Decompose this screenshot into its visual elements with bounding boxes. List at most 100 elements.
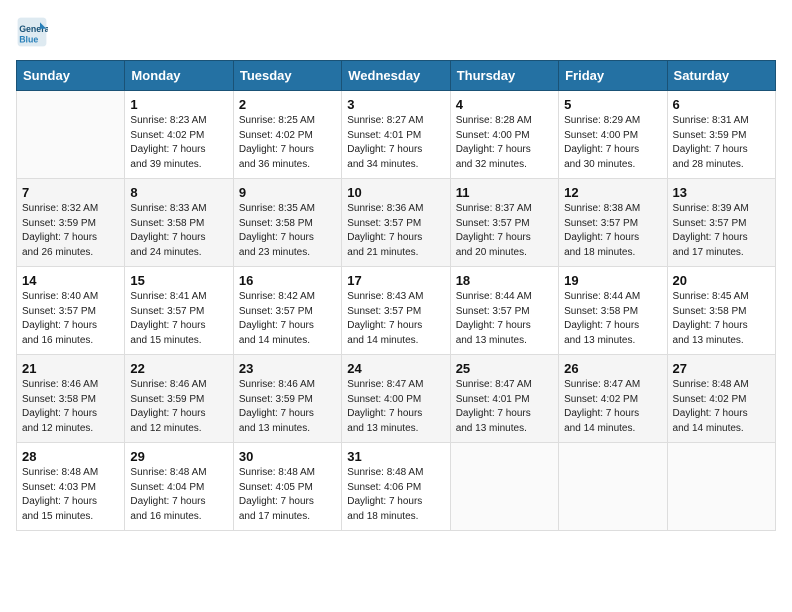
calendar-cell: 18 Sunrise: 8:44 AM Sunset: 3:57 PM Dayli… [450,267,558,355]
calendar-cell: 24 Sunrise: 8:47 AM Sunset: 4:00 PM Dayli… [342,355,450,443]
header-day-friday: Friday [559,61,667,91]
day-number: 6 [673,97,770,112]
calendar-cell [450,443,558,531]
day-number: 9 [239,185,336,200]
header-day-thursday: Thursday [450,61,558,91]
day-info: Sunrise: 8:44 AM Sunset: 3:57 PM Dayligh… [456,290,553,348]
day-info: Sunrise: 8:48 AM Sunset: 4:02 PM Dayligh… [673,378,770,436]
day-number: 7 [22,185,119,200]
day-info: Sunrise: 8:47 AM Sunset: 4:01 PM Dayligh… [456,378,553,436]
day-number: 4 [456,97,553,112]
day-number: 23 [239,361,336,376]
header-day-saturday: Saturday [667,61,775,91]
day-info: Sunrise: 8:40 AM Sunset: 3:57 PM Dayligh… [22,290,119,348]
calendar-cell: 4 Sunrise: 8:28 AM Sunset: 4:00 PM Daylig… [450,91,558,179]
day-number: 2 [239,97,336,112]
calendar-cell: 26Sunrise: 8:47 AM Sunset: 4:02 PM Dayli… [559,355,667,443]
day-number: 28 [22,449,119,464]
day-info: Sunrise: 8:36 AM Sunset: 3:57 PM Dayligh… [347,202,444,260]
day-info: Sunrise: 8:28 AM Sunset: 4:00 PM Dayligh… [456,114,553,172]
day-info: Sunrise: 8:43 AM Sunset: 3:57 PM Dayligh… [347,290,444,348]
day-number: 11 [456,185,553,200]
day-number: 3 [347,97,444,112]
day-info: Sunrise: 8:46 AM Sunset: 3:59 PM Dayligh… [239,378,336,436]
day-info: Sunrise: 8:32 AM Sunset: 3:59 PM Dayligh… [22,202,119,260]
calendar-cell: 19Sunrise: 8:44 AM Sunset: 3:58 PM Dayli… [559,267,667,355]
day-info: Sunrise: 8:46 AM Sunset: 3:58 PM Dayligh… [22,378,119,436]
calendar-cell: 23 Sunrise: 8:46 AM Sunset: 3:59 PM Dayli… [233,355,341,443]
calendar-cell: 27Sunrise: 8:48 AM Sunset: 4:02 PM Dayli… [667,355,775,443]
header-day-sunday: Sunday [17,61,125,91]
day-number: 19 [564,273,661,288]
day-info: Sunrise: 8:37 AM Sunset: 3:57 PM Dayligh… [456,202,553,260]
day-number: 29 [130,449,227,464]
calendar-cell: 11 Sunrise: 8:37 AM Sunset: 3:57 PM Dayli… [450,179,558,267]
day-info: Sunrise: 8:38 AM Sunset: 3:57 PM Dayligh… [564,202,661,260]
calendar-cell: 30 Sunrise: 8:48 AM Sunset: 4:05 PM Dayli… [233,443,341,531]
day-number: 8 [130,185,227,200]
day-number: 12 [564,185,661,200]
calendar-cell: 10 Sunrise: 8:36 AM Sunset: 3:57 PM Dayli… [342,179,450,267]
day-number: 10 [347,185,444,200]
calendar-cell: 5 Sunrise: 8:29 AM Sunset: 4:00 PM Daylig… [559,91,667,179]
calendar-cell: 25 Sunrise: 8:47 AM Sunset: 4:01 PM Dayli… [450,355,558,443]
calendar-table: SundayMondayTuesdayWednesdayThursdayFrid… [16,60,776,531]
header-day-tuesday: Tuesday [233,61,341,91]
calendar-cell: 17 Sunrise: 8:43 AM Sunset: 3:57 PM Dayli… [342,267,450,355]
day-number: 20 [673,273,770,288]
calendar-cell: 3 Sunrise: 8:27 AM Sunset: 4:01 PM Daylig… [342,91,450,179]
day-number: 14 [22,273,119,288]
day-info: Sunrise: 8:47 AM Sunset: 4:00 PM Dayligh… [347,378,444,436]
day-number: 1 [130,97,227,112]
day-number: 18 [456,273,553,288]
calendar-cell [667,443,775,531]
calendar-cell [559,443,667,531]
calendar-cell: 22Sunrise: 8:46 AM Sunset: 3:59 PM Dayli… [125,355,233,443]
calendar-cell: 1 Sunrise: 8:23 AM Sunset: 4:02 PM Daylig… [125,91,233,179]
day-number: 5 [564,97,661,112]
day-number: 16 [239,273,336,288]
calendar-cell: 8 Sunrise: 8:33 AM Sunset: 3:58 PM Daylig… [125,179,233,267]
day-info: Sunrise: 8:39 AM Sunset: 3:57 PM Dayligh… [673,202,770,260]
day-info: Sunrise: 8:35 AM Sunset: 3:58 PM Dayligh… [239,202,336,260]
day-info: Sunrise: 8:48 AM Sunset: 4:05 PM Dayligh… [239,466,336,524]
header-day-wednesday: Wednesday [342,61,450,91]
calendar-cell: 12 Sunrise: 8:38 AM Sunset: 3:57 PM Dayli… [559,179,667,267]
day-number: 17 [347,273,444,288]
calendar-week-5: 28Sunrise: 8:48 AM Sunset: 4:03 PM Dayli… [17,443,776,531]
day-number: 31 [347,449,444,464]
calendar-cell: 9 Sunrise: 8:35 AM Sunset: 3:58 PM Daylig… [233,179,341,267]
day-number: 22 [130,361,227,376]
calendar-cell: 7 Sunrise: 8:32 AM Sunset: 3:59 PM Daylig… [17,179,125,267]
day-info: Sunrise: 8:33 AM Sunset: 3:58 PM Dayligh… [130,202,227,260]
calendar-cell: 29 Sunrise: 8:48 AM Sunset: 4:04 PM Dayli… [125,443,233,531]
day-number: 13 [673,185,770,200]
logo-icon: General Blue [16,16,48,48]
logo: General Blue [16,16,52,48]
day-info: Sunrise: 8:48 AM Sunset: 4:06 PM Dayligh… [347,466,444,524]
day-number: 21 [22,361,119,376]
calendar-cell: 2 Sunrise: 8:25 AM Sunset: 4:02 PM Daylig… [233,91,341,179]
page-header: General Blue [16,16,776,48]
calendar-cell [17,91,125,179]
day-info: Sunrise: 8:48 AM Sunset: 4:04 PM Dayligh… [130,466,227,524]
day-number: 30 [239,449,336,464]
day-number: 26 [564,361,661,376]
calendar-week-1: 1 Sunrise: 8:23 AM Sunset: 4:02 PM Daylig… [17,91,776,179]
calendar-cell: 14 Sunrise: 8:40 AM Sunset: 3:57 PM Dayli… [17,267,125,355]
calendar-week-3: 14 Sunrise: 8:40 AM Sunset: 3:57 PM Dayli… [17,267,776,355]
header-day-monday: Monday [125,61,233,91]
calendar-cell: 6Sunrise: 8:31 AM Sunset: 3:59 PM Daylig… [667,91,775,179]
day-number: 25 [456,361,553,376]
svg-text:General: General [19,24,48,34]
calendar-cell: 31 Sunrise: 8:48 AM Sunset: 4:06 PM Dayli… [342,443,450,531]
day-info: Sunrise: 8:27 AM Sunset: 4:01 PM Dayligh… [347,114,444,172]
day-info: Sunrise: 8:41 AM Sunset: 3:57 PM Dayligh… [130,290,227,348]
calendar-header-row: SundayMondayTuesdayWednesdayThursdayFrid… [17,61,776,91]
calendar-cell: 20Sunrise: 8:45 AM Sunset: 3:58 PM Dayli… [667,267,775,355]
day-info: Sunrise: 8:29 AM Sunset: 4:00 PM Dayligh… [564,114,661,172]
day-info: Sunrise: 8:23 AM Sunset: 4:02 PM Dayligh… [130,114,227,172]
day-number: 24 [347,361,444,376]
calendar-cell: 16Sunrise: 8:42 AM Sunset: 3:57 PM Dayli… [233,267,341,355]
day-info: Sunrise: 8:25 AM Sunset: 4:02 PM Dayligh… [239,114,336,172]
